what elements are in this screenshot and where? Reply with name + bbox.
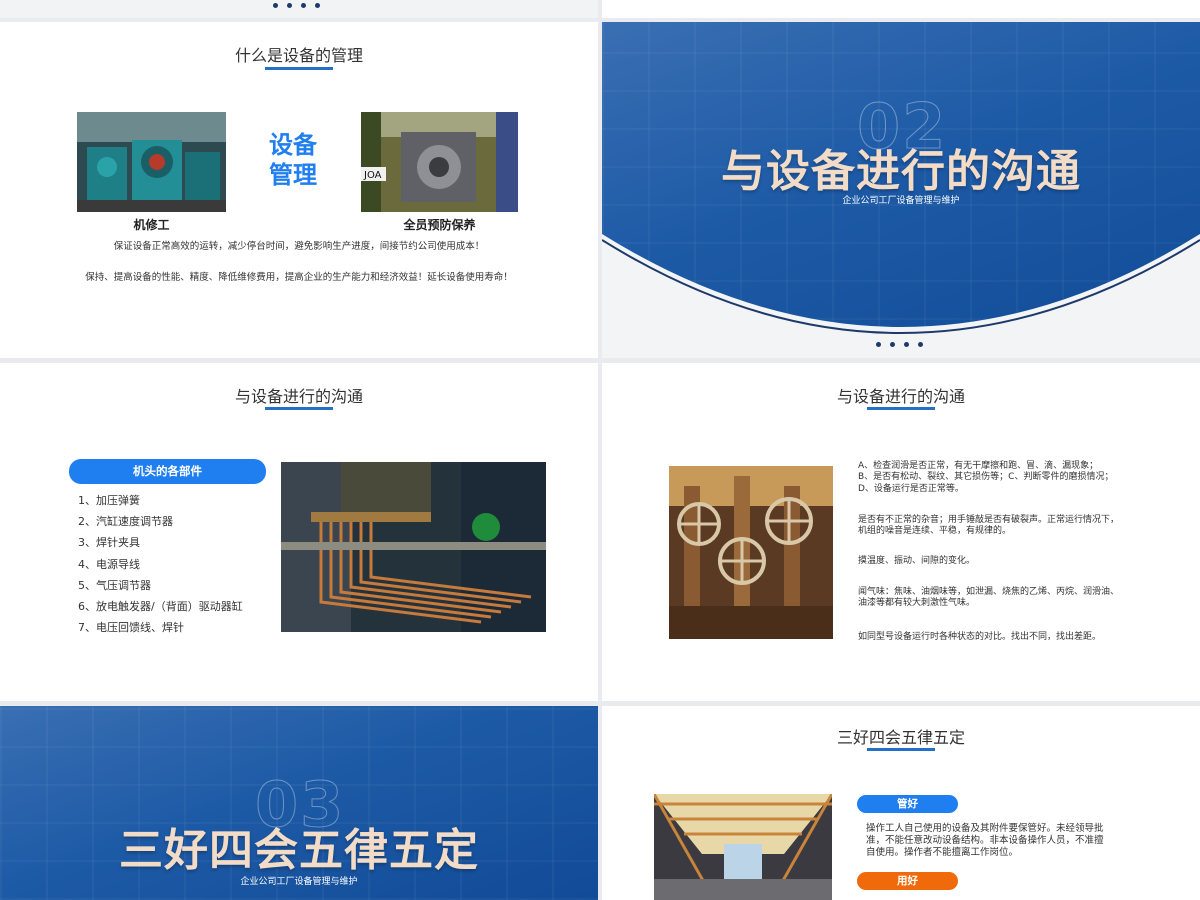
manage-well-text: 操作工人自己使用的设备及其附件要保管好。未经领导批 准，不能任意改动设备结构。非… bbox=[866, 823, 1104, 858]
parts-list: 1、加压弹簧 2、汽缸速度调节器 3、焊针夹具 4、电源导线 5、气压调节器 6… bbox=[78, 492, 243, 640]
list-item: 3、焊针夹具 bbox=[78, 536, 140, 550]
factory-hall-photo bbox=[654, 794, 832, 900]
welding-head-photo bbox=[281, 462, 546, 632]
slide-title: 与设备进行的沟通 bbox=[234, 387, 363, 406]
slide-equipment-communication-checks[interactable]: 与设备进行的沟通 A、检查润滑是否正常，有无干摩擦和跑、冒、滴、漏现象； B、是… bbox=[602, 363, 1200, 701]
slide-three-goods-rules[interactable]: 三好四会五律五定 管好 操作工人自己使用的设备及其附件要保管好。未经领导批 准，… bbox=[602, 706, 1200, 900]
touch-block: 摸温度、振动、间隙的变化。 bbox=[858, 556, 976, 566]
slide-title: 三好四会五律五定 bbox=[836, 728, 965, 747]
slide-gallery: 什么是设备的管理 JOA 设备 管理 机修工 全员预防保养 保证设备正常高效的运… bbox=[0, 0, 1200, 900]
slide-top-right-partial[interactable] bbox=[602, 0, 1200, 18]
use-well-pill: 用好 bbox=[857, 872, 958, 890]
section-subtitle: 企业公司工厂设备管理与维护 bbox=[842, 196, 960, 206]
slide-title: 什么是设备的管理 bbox=[234, 46, 363, 65]
slide-section-02-cover[interactable]: 02 与设备进行的沟通 企业公司工厂设备管理与维护 bbox=[602, 22, 1200, 358]
list-item: 5、气压调节器 bbox=[78, 578, 151, 592]
parts-heading-pill: 机头的各部件 bbox=[69, 459, 266, 484]
equipment-management-heading: 设备 管理 bbox=[269, 131, 317, 189]
mechanic-machine-photo bbox=[77, 112, 226, 212]
slide-top-left-partial[interactable] bbox=[0, 0, 598, 18]
listen-block: 是否有不正常的杂音；用手锤敲是否有破裂声。正常运行情况下， 机组的噪音是连续、平… bbox=[858, 515, 1120, 537]
list-item: 1、加压弹簧 bbox=[78, 494, 140, 507]
benefit-paragraph-2: 保持、提高设备的性能、精度、降低维修费用，提高企业的生产能力和经济效益！延长设备… bbox=[85, 272, 513, 283]
title-underline bbox=[265, 407, 333, 410]
slide-title: 与设备进行的沟通 bbox=[836, 387, 965, 406]
slide-machine-head-parts[interactable]: 与设备进行的沟通 机头的各部件 1、加压弹簧 2、汽缸速度调节器 3、焊针夹具 … bbox=[0, 363, 598, 701]
list-item: 7、电压回馈线、焊针 bbox=[78, 621, 184, 635]
preventive-maintenance-caption: 全员预防保养 bbox=[403, 218, 476, 232]
section-title: 与设备进行的沟通 bbox=[721, 146, 1081, 197]
title-underline bbox=[867, 748, 935, 751]
slide-what-is-equipment-management[interactable]: 什么是设备的管理 JOA 设备 管理 机修工 全员预防保养 保证设备正常高效的运… bbox=[0, 22, 598, 358]
svg-text:JOA: JOA bbox=[363, 170, 382, 181]
engine-photo: JOA bbox=[361, 112, 518, 212]
mechanic-caption: 机修工 bbox=[133, 218, 170, 232]
title-underline bbox=[265, 67, 333, 70]
list-item: 2、汽缸速度调节器 bbox=[78, 515, 173, 529]
manage-well-pill: 管好 bbox=[857, 795, 958, 813]
benefit-paragraph-1: 保证设备正常高效的运转，减少停台时间，避免影响生产进度，间接节约公司使用成本！ bbox=[113, 241, 485, 252]
title-underline bbox=[867, 407, 935, 410]
list-item: 4、电源导线 bbox=[78, 557, 140, 571]
section-title: 三好四会五律五定 bbox=[119, 825, 479, 876]
valves-photo bbox=[669, 466, 833, 639]
pager-dots bbox=[876, 342, 923, 347]
check-block-a-d: A、检查润滑是否正常，有无干摩擦和跑、冒、滴、漏现象； B、是否有松动、裂纹、其… bbox=[858, 461, 1114, 494]
compare-block: 如同型号设备运行时各种状态的对比。找出不同，找出差距。 bbox=[858, 632, 1102, 642]
smell-block: 闻气味：焦味、油烟味等，如泄漏、烧焦的乙烯、丙烷、润滑油、 油漆等都有较大刺激性… bbox=[858, 587, 1120, 608]
pager-dots bbox=[273, 3, 320, 8]
slide-section-03-cover[interactable]: 03 三好四会五律五定 企业公司工厂设备管理与维护 bbox=[0, 706, 598, 900]
list-item: 6、放电触发器/（背面）驱动器缸 bbox=[78, 599, 243, 613]
section-subtitle: 企业公司工厂设备管理与维护 bbox=[240, 877, 358, 887]
